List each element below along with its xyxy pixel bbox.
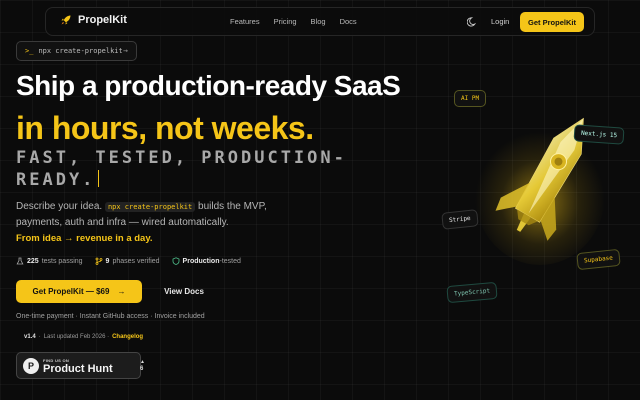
tag-typescript: TypeScript	[446, 281, 498, 304]
arrow-right-icon: →	[117, 287, 126, 296]
stat-phases-label: phases verified	[112, 257, 160, 265]
desc-code: npx create-propelkit	[104, 202, 196, 212]
brand-name: PropelKit	[78, 14, 127, 26]
headline-accent: in hours, not weeks.	[16, 110, 314, 146]
stat-production: Production-tested	[172, 257, 241, 265]
brand-logo-link[interactable]: PropelKit	[60, 14, 127, 26]
terminal-prompt-icon: >_	[25, 47, 34, 55]
get-propelkit-nav-button[interactable]: Get PropelKit	[520, 12, 584, 32]
purchase-note: One-time payment · Instant GitHub access…	[16, 313, 205, 320]
git-branch-icon	[95, 257, 102, 265]
stat-tests: 225 tests passing	[16, 257, 83, 265]
get-propelkit-button[interactable]: Get PropelKit — $69 →	[16, 280, 142, 303]
stats-row: 225 tests passing 9 phases verified Prod…	[16, 257, 241, 265]
upvote-count: 6	[140, 366, 144, 372]
login-link[interactable]: Login	[491, 17, 509, 26]
updated-text: Last updated Feb 2026 ·	[43, 334, 110, 340]
text-cursor	[98, 170, 100, 187]
nav-links: Features Pricing Blog Docs	[230, 17, 357, 26]
stat-tests-value: 225	[27, 257, 39, 265]
stat-phases: 9 phases verified	[95, 257, 160, 265]
nav-link-docs[interactable]: Docs	[340, 17, 357, 26]
changelog-link[interactable]: Changelog	[112, 334, 143, 340]
product-hunt-badge[interactable]: P FIND US ON Product Hunt ▲ 6	[16, 352, 145, 379]
tagline-text: FAST, TESTED, PRODUCTION-READY.	[16, 148, 347, 190]
desc-before: Describe your idea.	[16, 201, 103, 212]
arrow-right-icon: →	[123, 46, 128, 55]
last-updated: v1.4 · Last updated Feb 2026 · Changelog	[24, 334, 143, 340]
product-hunt-logo-icon: P	[23, 358, 39, 374]
from-idea-highlight: From idea → revenue in a day.	[16, 233, 153, 244]
separator-dot: ·	[38, 334, 41, 340]
get-propelkit-label: Get PropelKit — $69	[32, 287, 110, 296]
command-chip[interactable]: >_ npx create-propelkit →	[16, 41, 137, 61]
version-label: v1.4	[24, 334, 36, 340]
stat-tests-label: tests passing	[41, 257, 83, 265]
rocket-logo-icon	[61, 15, 71, 25]
typed-tagline: FAST, TESTED, PRODUCTION-READY.	[16, 147, 376, 191]
moon-icon[interactable]	[467, 16, 478, 27]
tag-ai-pm: AI PM	[454, 90, 487, 107]
hero-description: Describe your idea. npx create-propelkit…	[16, 199, 296, 230]
nav-link-blog[interactable]: Blog	[311, 17, 326, 26]
stat-production-label: -tested	[219, 257, 241, 265]
stat-phases-value: 9	[105, 257, 110, 265]
top-nav: PropelKit Features Pricing Blog Docs Log…	[45, 7, 595, 36]
upvote-triangle-icon: ▲	[140, 359, 145, 365]
product-hunt-name: Product Hunt	[43, 363, 113, 375]
view-docs-button[interactable]: View Docs	[148, 280, 220, 303]
stat-production-value: Production	[182, 257, 220, 265]
command-text: npx create-propelkit	[38, 47, 123, 55]
nav-link-pricing[interactable]: Pricing	[274, 17, 297, 26]
tag-stripe: Stripe	[441, 209, 479, 230]
headline-primary: Ship a production-ready SaaS	[16, 70, 401, 101]
shield-icon	[172, 257, 179, 265]
nav-link-features[interactable]: Features	[230, 17, 260, 26]
flask-icon	[16, 257, 24, 265]
tag-nextjs: Next.js 15	[573, 124, 625, 145]
